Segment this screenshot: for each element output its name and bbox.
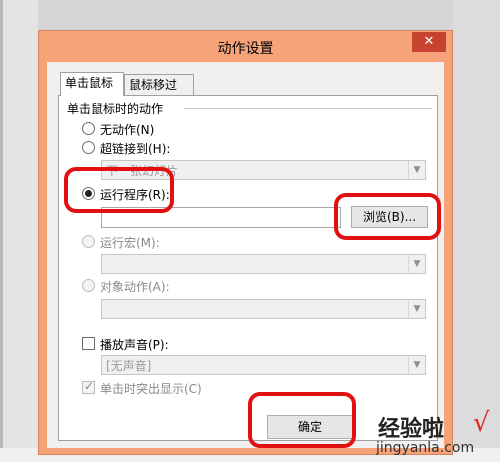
macro-select[interactable]: ▼: [101, 254, 426, 274]
sound-select[interactable]: [无声音] ▼: [101, 355, 426, 375]
close-icon: ✕: [423, 34, 435, 49]
sound-select-value: [无声音]: [106, 359, 152, 373]
tab-mouse-over[interactable]: 鼠标移过: [124, 74, 194, 96]
play-sound-label: 播放声音(P):: [100, 338, 169, 352]
highlight-checkbox[interactable]: [82, 379, 95, 394]
tab-mouse-click[interactable]: 单击鼠标: [60, 72, 124, 96]
object-action-select[interactable]: ▼: [101, 299, 426, 319]
chevron-down-icon: ▼: [408, 356, 425, 374]
background-left: [0, 0, 38, 462]
radio-none[interactable]: [82, 122, 95, 135]
highlight-run-program-annotation: [64, 167, 174, 213]
tab-label: 单击鼠标: [65, 76, 114, 90]
chevron-down-icon: ▼: [408, 255, 425, 273]
highlight-browse-annotation: [334, 193, 441, 240]
dialog-body: 单击鼠标 鼠标移过 单击鼠标时的动作 无动作(N) 超链接到(H): 下一张幻灯…: [47, 62, 444, 448]
watermark-url: jingyanla.com: [376, 440, 475, 456]
radio-run-macro[interactable]: [82, 235, 95, 248]
watermark: 经验啦 √ jingyanla.com: [372, 408, 500, 462]
tab-label: 鼠标移过: [129, 78, 178, 92]
play-sound-checkbox[interactable]: [82, 337, 95, 350]
dialog-title: 动作设置: [217, 41, 274, 57]
radio-run-macro-label: 运行宏(M):: [100, 236, 160, 250]
radio-object-action[interactable]: [82, 279, 95, 292]
radio-hyperlink-label: 超链接到(H):: [100, 142, 171, 156]
background-right: [453, 0, 500, 462]
highlight-label: 单击时突出显示(C): [100, 382, 202, 396]
tab-panel: 单击鼠标时的动作 无动作(N) 超链接到(H): 下一张幻灯片 ▼ 运行程序(R…: [58, 95, 438, 441]
background-left-strip: [0, 0, 3, 462]
radio-none-label: 无动作(N): [100, 123, 155, 137]
group-label: 单击鼠标时的动作: [67, 102, 164, 116]
close-button[interactable]: ✕: [412, 32, 446, 52]
radio-object-action-label: 对象动作(A):: [100, 280, 170, 294]
watermark-text: 经验啦: [378, 417, 445, 442]
action-settings-dialog: 动作设置 ✕ 单击鼠标 鼠标移过 单击鼠标时的动作 无动作(N) 超链接到(H)…: [38, 30, 453, 455]
highlight-ok-annotation: [248, 392, 356, 448]
title-bar[interactable]: 动作设置 ✕: [39, 31, 452, 61]
group-divider: [184, 108, 432, 109]
radio-hyperlink[interactable]: [82, 141, 95, 154]
chevron-down-icon: ▼: [408, 300, 425, 318]
check-icon: √: [473, 408, 490, 438]
chevron-down-icon: ▼: [408, 161, 425, 179]
